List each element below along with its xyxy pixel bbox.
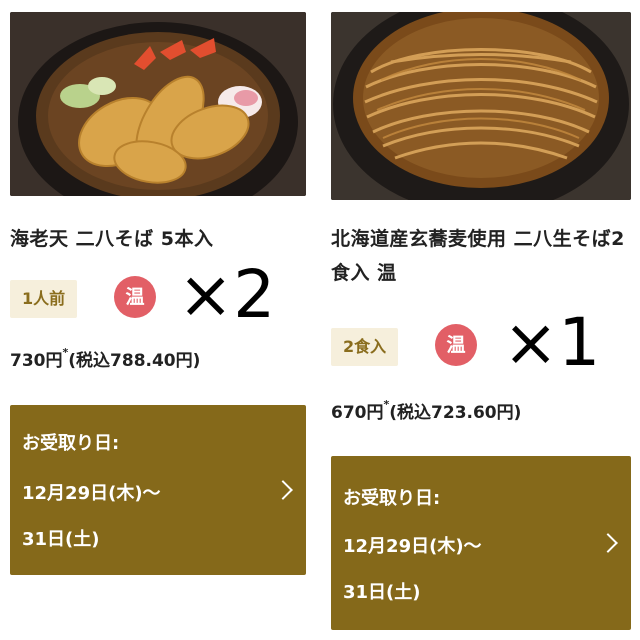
pickup-dates-line-2: 31日(土) (343, 582, 421, 603)
quantity-multiplier: ×2 (178, 256, 276, 333)
tempura-soba-photo-icon[interactable] (10, 12, 306, 196)
hot-badge: 温 (435, 324, 477, 366)
price-main: 670円 (331, 403, 384, 423)
product-title: 北海道産玄蕎麦使用 二八生そば2食入 温 (331, 228, 625, 284)
price-main: 730円 (10, 351, 63, 371)
product-title: 海老天 二八そば 5本入 (10, 228, 214, 250)
serving-size-tag: 2食入 (331, 328, 399, 366)
pickup-label: お受取り日: (343, 488, 441, 509)
price: 670円*(税込723.60円) (331, 398, 521, 423)
chevron-right-icon (273, 480, 293, 500)
soba-noodles-photo-icon[interactable] (331, 12, 631, 200)
price-tax-included: (税込723.60円) (389, 403, 522, 423)
product-card-nihachi-soba[interactable]: 北海道産玄蕎麦使用 二八生そば2食入 温 2食入 温 ×1 670円*(税込72… (331, 0, 631, 630)
serving-size-tag: 1人前 (10, 280, 78, 318)
price: 730円*(税込788.40円) (10, 346, 200, 371)
pickup-dates-line-1: 12月29日(木)〜 (343, 536, 482, 557)
chevron-right-icon (598, 533, 618, 553)
pickup-date-button[interactable]: お受取り日: 12月29日(木)〜 31日(土) (331, 456, 631, 630)
pickup-date-button[interactable]: お受取り日: 12月29日(木)〜 31日(土) (10, 405, 306, 575)
quantity-multiplier: ×1 (503, 304, 601, 381)
price-tax-included: (税込788.40円) (68, 351, 201, 371)
pickup-label: お受取り日: (22, 433, 120, 454)
hot-badge: 温 (114, 276, 156, 318)
pickup-dates-line-2: 31日(土) (22, 529, 100, 550)
pickup-dates-line-1: 12月29日(木)〜 (22, 483, 161, 504)
product-card-ebiten-soba[interactable]: 海老天 二八そば 5本入 1人前 温 ×2 730円*(税込788.40円) お… (10, 0, 306, 575)
